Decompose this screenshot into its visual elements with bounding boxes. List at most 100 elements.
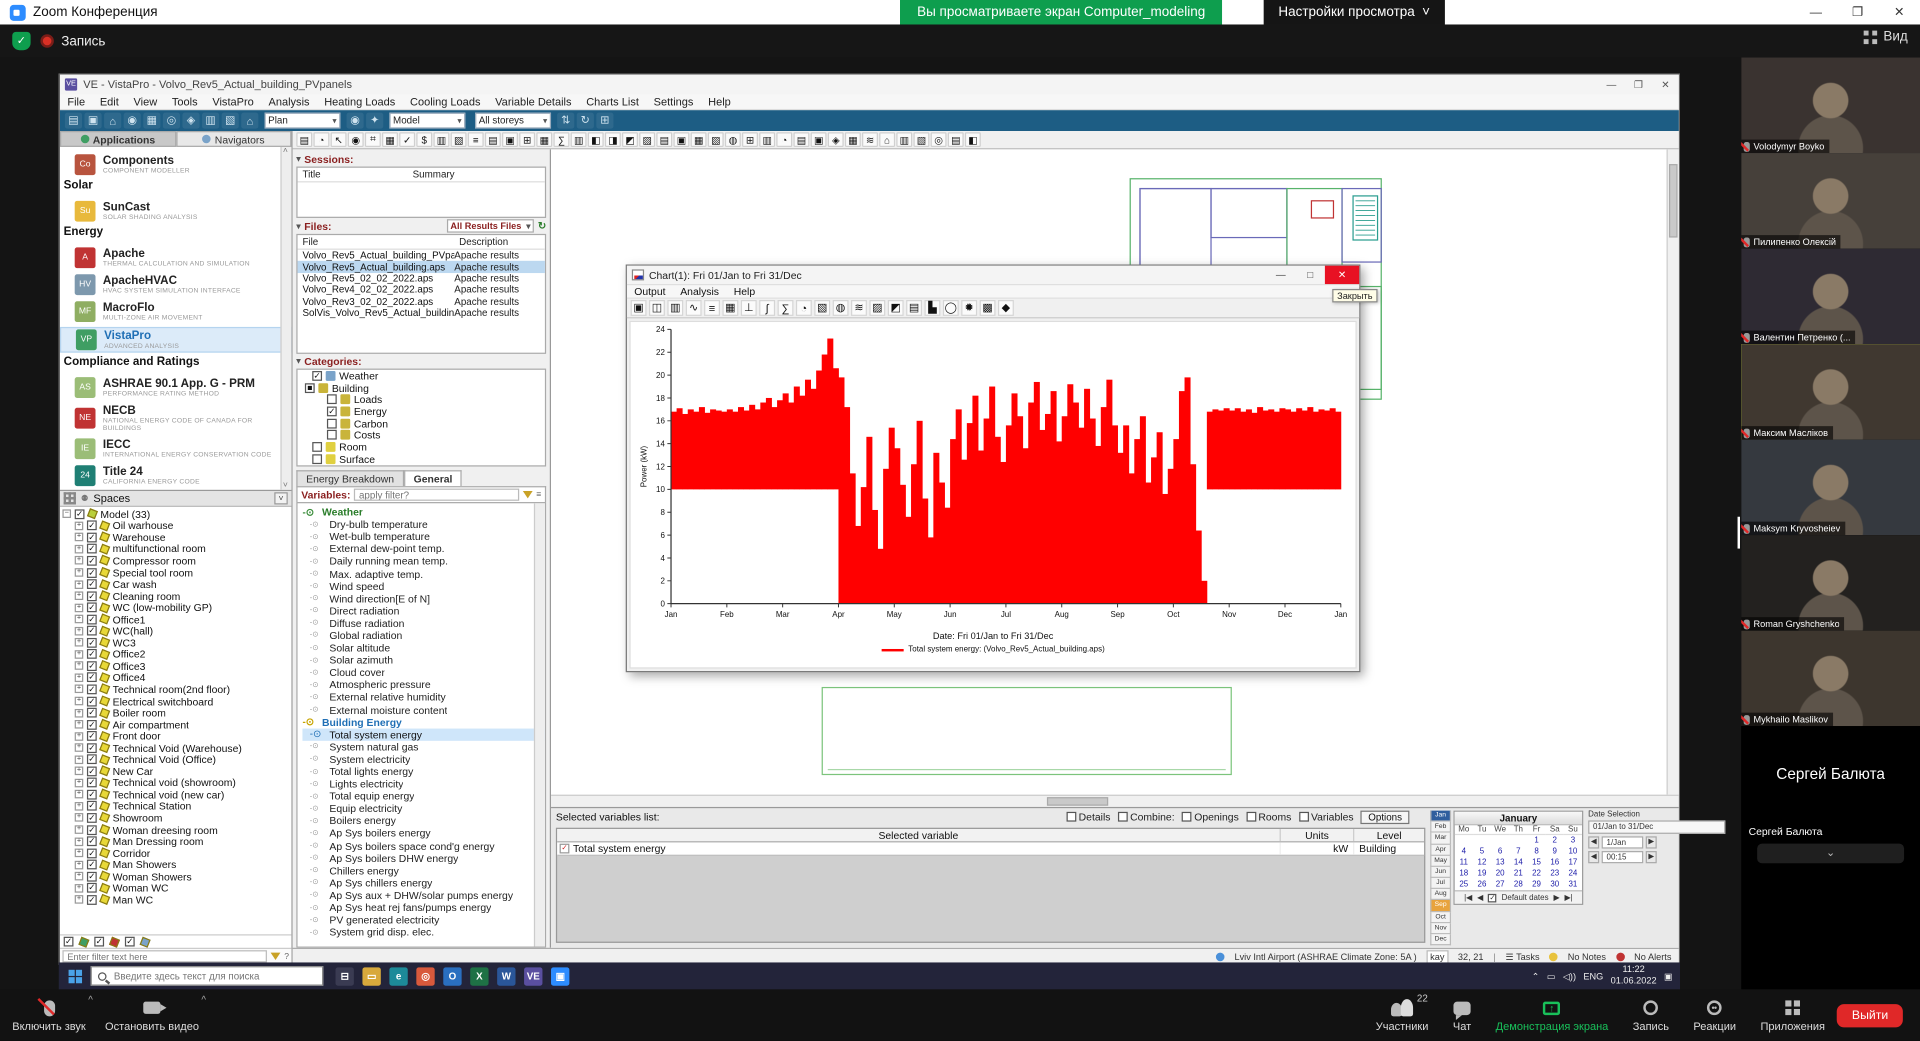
checkbox[interactable]: ✓ [87, 836, 97, 846]
filter-help-icon[interactable]: ? [284, 952, 289, 961]
calendar-date-cell[interactable]: 12 [1473, 857, 1491, 868]
file-row[interactable]: SolVis_Volvo_Rev5_Actual_building_PVpane… [298, 307, 545, 318]
application-entry[interactable]: 24 Title 24 CALIFORNIA ENERGY CODE [60, 460, 291, 487]
calendar-date-cell[interactable]: 31 [1564, 879, 1582, 890]
unmute-button[interactable]: Включить звук [0, 989, 98, 1040]
expand-icon[interactable]: + [75, 755, 84, 764]
space-row[interactable]: + ✓ Technical void (showroom) [62, 777, 291, 789]
space-row[interactable]: + ✓ Technical Void (Warehouse) [62, 742, 291, 754]
time-value[interactable]: 00:15 [1602, 851, 1644, 863]
variable-row[interactable]: -⊙ External moisture content [302, 703, 544, 715]
toolbar-icon[interactable]: ▦ [536, 132, 552, 147]
chart-toolbar-icon[interactable]: ◍ [833, 300, 849, 316]
expand-icon[interactable]: + [75, 521, 84, 530]
variable-row[interactable]: -⊙ Wind direction[E of N] [302, 592, 544, 604]
application-entry[interactable]: A Apache THERMAL CALCULATION AND SIMULAT… [60, 242, 291, 269]
variable-row[interactable]: -⊙ Total lights energy [302, 765, 544, 777]
variable-row[interactable]: -⊙ Atmospheric pressure [302, 679, 544, 691]
application-entry[interactable]: Energy [60, 223, 291, 243]
toolbar-icon[interactable]: ⌗ [365, 132, 381, 147]
checkbox[interactable]: ✓ [94, 937, 104, 947]
toolbar-icon[interactable]: ↖ [331, 132, 347, 147]
toolbar-icon[interactable]: ▥ [759, 132, 775, 147]
participant-tile[interactable]: Валентин Петренко (... [1741, 249, 1920, 345]
space-row[interactable]: + ✓ Office3 [62, 660, 291, 672]
category-row[interactable]: ✓ Energy [298, 405, 545, 417]
expand-icon[interactable]: + [75, 568, 84, 577]
chart-toolbar-icon[interactable]: ∑ [778, 300, 794, 316]
checkbox[interactable]: ✓ [87, 801, 97, 811]
taskbar-app-icon[interactable]: e [389, 967, 407, 985]
grid-icon[interactable] [64, 492, 76, 504]
checkbox[interactable] [312, 442, 322, 452]
canvas-horizontal-scrollbar[interactable] [551, 795, 1679, 807]
variable-row[interactable]: -⊙ Weather [302, 506, 544, 518]
checkbox[interactable]: ✓ [87, 673, 97, 683]
space-row[interactable]: + ✓ Technical Station [62, 800, 291, 812]
calendar-date-cell[interactable]: 11 [1455, 857, 1473, 868]
refresh-icon[interactable]: ↻ [538, 220, 546, 231]
volume-icon[interactable]: ◁)) [1563, 970, 1576, 981]
space-row[interactable]: + ✓ Front door [62, 730, 291, 742]
toolbar-icon[interactable]: ▦ [382, 132, 398, 147]
expand-icon[interactable]: + [75, 650, 84, 659]
options-button[interactable]: Options [1361, 810, 1409, 823]
ve-maximize-button[interactable]: ❐ [1625, 79, 1652, 90]
variable-row[interactable]: -⊙ Dry-bulb temperature [302, 518, 544, 530]
toolbar-icon[interactable]: ◧ [588, 132, 604, 147]
date-value[interactable]: 1/Jan [1602, 836, 1644, 848]
checkbox[interactable]: ✓ [312, 371, 322, 381]
start-button[interactable] [59, 962, 91, 989]
checkbox[interactable]: ✓ [87, 743, 97, 753]
toolbar-icon[interactable]: ▣ [84, 113, 101, 129]
checkbox[interactable] [305, 466, 315, 467]
checkbox[interactable]: ✓ [87, 649, 97, 659]
toolbar-icon[interactable]: ▣ [811, 132, 827, 147]
space-row[interactable]: + ✓ WC(hall) [62, 625, 291, 637]
toolbar-icon[interactable]: ▧ [708, 132, 724, 147]
category-row[interactable]: ■ Building [298, 382, 545, 394]
taskbar-search[interactable] [91, 966, 324, 986]
security-shield-icon[interactable]: ✓ [12, 32, 30, 50]
panel-resize-handle[interactable] [1738, 517, 1740, 549]
expand-icon[interactable]: + [75, 849, 84, 858]
file-row[interactable]: Volvo_Rev5_Actual_building_PVpanels.aps … [298, 250, 545, 261]
expand-icon[interactable]: + [75, 545, 84, 554]
variable-row[interactable]: -⊙ Chillers energy [302, 864, 544, 876]
first-button[interactable]: |◀ [1464, 893, 1472, 903]
checkbox[interactable]: ✓ [87, 790, 97, 800]
expand-icon[interactable]: + [75, 685, 84, 694]
checkbox[interactable]: ✓ [87, 614, 97, 624]
chart-menu-item[interactable]: Help [726, 285, 762, 297]
expand-icon[interactable]: + [75, 662, 84, 671]
toolbar-icon[interactable]: ⌂ [241, 113, 258, 129]
ve-menu-item[interactable]: View [126, 96, 164, 108]
application-entry[interactable]: Solar [60, 176, 291, 196]
space-row[interactable]: + ✓ Cleaning room [62, 590, 291, 602]
checkbox[interactable]: ✓ [87, 556, 97, 566]
checkbox[interactable]: ✓ [87, 766, 97, 776]
month-strip-item[interactable]: Feb [1430, 822, 1451, 833]
notification-center-icon[interactable]: ▣ [1664, 970, 1673, 981]
taskbar-app-icon[interactable]: ◎ [416, 967, 434, 985]
toolbar-icon[interactable]: ▧ [451, 132, 467, 147]
calendar-date-cell[interactable]: 1 [1527, 835, 1545, 846]
space-row[interactable]: + ✓ Office1 [62, 613, 291, 625]
taskbar-search-input[interactable] [111, 969, 315, 982]
variable-row[interactable]: -⊙ System electricity [302, 753, 544, 765]
participant-tile[interactable]: Максим Масліков [1741, 344, 1920, 440]
toolbar-icon[interactable]: ⊞ [742, 132, 758, 147]
application-entry[interactable]: Su SunCast SOLAR SHADING ANALYSIS [60, 196, 291, 223]
calendar-date-cell[interactable]: 20 [1491, 868, 1509, 879]
month-strip-item[interactable]: Aug [1430, 889, 1451, 900]
toolbar-icon[interactable]: ≡ [468, 132, 484, 147]
variable-row[interactable]: -⊙ Total equip energy [302, 790, 544, 802]
calendar-date-cell[interactable]: 17 [1564, 857, 1582, 868]
month-strip-item[interactable]: May [1430, 856, 1451, 867]
calendar-date-cell[interactable]: 9 [1546, 846, 1564, 857]
checkbox[interactable]: ✓ [87, 708, 97, 718]
toolbar-icon[interactable]: ▧ [913, 132, 929, 147]
checkbox[interactable] [327, 395, 337, 405]
taskbar-app-icon[interactable]: O [443, 967, 461, 985]
reactions-button[interactable]: Реакции [1681, 989, 1748, 1040]
